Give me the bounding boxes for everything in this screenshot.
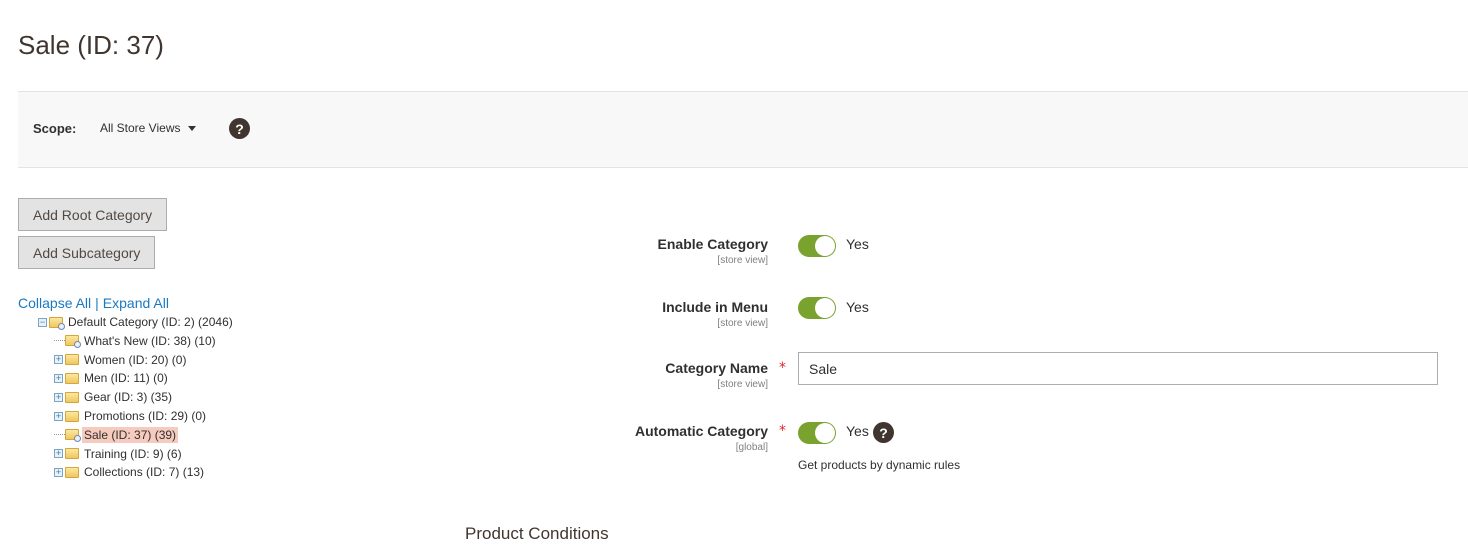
scope-label: Scope: bbox=[33, 121, 77, 136]
automatic-category-toggle[interactable] bbox=[798, 422, 836, 444]
automatic-category-note: Get products by dynamic rules bbox=[798, 458, 961, 472]
tree-node-label: What's New (ID: 38) (10) bbox=[84, 333, 216, 348]
scope-value: All Store Views bbox=[100, 121, 181, 135]
question-icon[interactable]: ? bbox=[229, 118, 250, 139]
tree-node-label: Default Category (ID: 2) (2046) bbox=[68, 315, 233, 329]
enable-category-toggle[interactable] bbox=[798, 235, 836, 257]
scope-bar: Scope: All Store Views ? bbox=[18, 91, 1468, 168]
expand-icon[interactable]: + bbox=[54, 449, 63, 459]
tree-controls: Collapse All | Expand All bbox=[18, 295, 169, 311]
product-conditions-heading: Product Conditions bbox=[465, 524, 609, 543]
tree-node[interactable]: + Gear (ID: 3) (35) bbox=[54, 388, 174, 406]
tree-node[interactable]: − Default Category (ID: 2) (2046) bbox=[38, 313, 235, 331]
category-name-scope: [store view] bbox=[717, 379, 768, 390]
scope-dropdown[interactable]: All Store Views bbox=[100, 121, 197, 135]
collapse-all-link[interactable]: Collapse All bbox=[18, 295, 91, 311]
question-icon[interactable]: ? bbox=[873, 422, 894, 443]
folder-icon bbox=[65, 448, 79, 460]
tree-node[interactable]: + Training (ID: 9) (6) bbox=[54, 445, 184, 463]
expand-icon[interactable]: + bbox=[54, 355, 63, 365]
enable-category-value: Yes bbox=[846, 236, 869, 252]
category-name-input[interactable] bbox=[798, 352, 1438, 385]
tree-node[interactable]: + Men (ID: 11) (0) bbox=[54, 369, 170, 387]
folder-icon bbox=[65, 335, 81, 349]
tree-node-label: Promotions (ID: 29) (0) bbox=[84, 409, 207, 423]
folder-icon bbox=[49, 316, 65, 330]
page-title: Sale (ID: 37) bbox=[18, 30, 164, 60]
add-subcategory-button[interactable]: Add Subcategory bbox=[18, 236, 156, 269]
tree-node-label: Women (ID: 20) (0) bbox=[84, 352, 187, 367]
tree-node[interactable]: What's New (ID: 38) (10) bbox=[54, 332, 218, 350]
tree-line bbox=[54, 340, 65, 342]
tree-node-label: Men (ID: 11) (0) bbox=[84, 371, 168, 386]
tree-node[interactable]: + Women (ID: 20) (0) bbox=[54, 351, 188, 369]
include-in-menu-scope: [store view] bbox=[717, 318, 768, 329]
tree-node[interactable]: Sale (ID: 37) (39) bbox=[54, 426, 179, 444]
automatic-category-scope: [global] bbox=[735, 442, 768, 453]
expand-icon[interactable]: + bbox=[54, 392, 63, 402]
caret-down-icon bbox=[188, 126, 197, 132]
expand-icon[interactable]: + bbox=[54, 373, 63, 383]
folder-icon bbox=[65, 391, 79, 403]
required-marker: * bbox=[779, 423, 786, 439]
category-name-label: Category Name bbox=[665, 360, 768, 376]
tree-node-label: Sale (ID: 37) (39) bbox=[82, 426, 179, 443]
tree-node-label: Gear (ID: 3) (35) bbox=[84, 390, 173, 405]
tree-node[interactable]: + Collections (ID: 7) (13) bbox=[54, 463, 206, 481]
required-marker: * bbox=[779, 360, 786, 376]
enable-category-label: Enable Category bbox=[657, 236, 768, 252]
folder-icon bbox=[65, 372, 79, 384]
tree-node-label: Training (ID: 9) (6) bbox=[84, 446, 182, 461]
folder-icon bbox=[65, 429, 81, 443]
tree-node[interactable]: + Promotions (ID: 29) (0) bbox=[54, 407, 208, 425]
automatic-category-value: Yes bbox=[846, 423, 869, 439]
expand-icon[interactable]: + bbox=[54, 467, 63, 477]
collapse-icon[interactable]: − bbox=[38, 317, 47, 327]
enable-category-scope: [store view] bbox=[717, 255, 768, 266]
automatic-category-label: Automatic Category bbox=[634, 423, 768, 439]
expand-all-link[interactable]: Expand All bbox=[103, 295, 169, 311]
add-root-category-button[interactable]: Add Root Category bbox=[18, 198, 168, 231]
expand-icon[interactable]: + bbox=[54, 411, 63, 421]
tree-node-label: Collections (ID: 7) (13) bbox=[84, 465, 205, 480]
include-in-menu-label: Include in Menu bbox=[662, 299, 768, 315]
tree-line bbox=[54, 434, 65, 436]
include-in-menu-toggle[interactable] bbox=[798, 297, 836, 319]
include-in-menu-value: Yes bbox=[846, 299, 869, 315]
folder-icon bbox=[65, 354, 79, 366]
folder-icon bbox=[65, 410, 79, 422]
separator: | bbox=[95, 295, 99, 311]
folder-icon bbox=[65, 466, 79, 478]
